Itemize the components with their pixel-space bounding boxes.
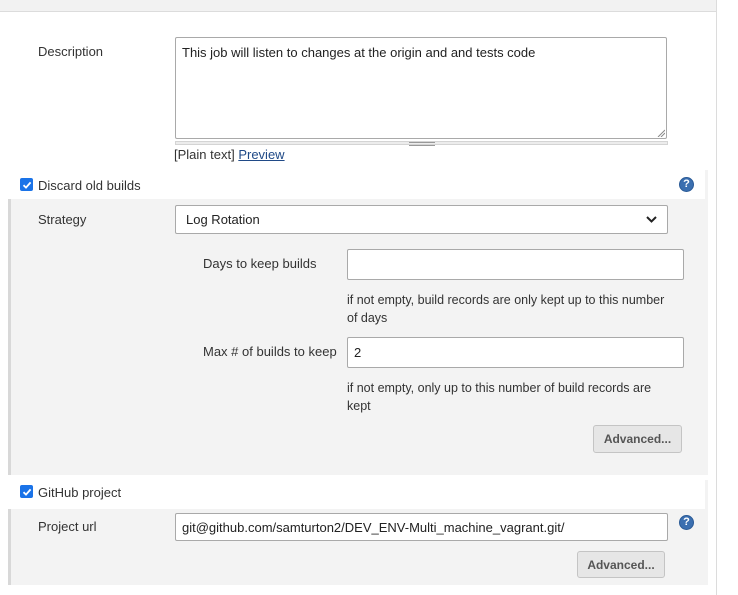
days-to-keep-hint: if not empty, build records are only kep… [347,291,664,327]
github-project-checkbox[interactable] [20,485,33,498]
help-icon[interactable]: ? [679,177,694,192]
checkmark-icon [22,181,31,189]
days-to-keep-label: Days to keep builds [203,256,317,271]
plain-text-label: [Plain text] [174,147,235,162]
days-hint-line-1: if not empty, build records are only kep… [347,293,665,307]
max-builds-value: 2 [354,345,362,360]
description-format: [Plain text] Preview [174,147,285,162]
checkmark-icon [22,488,31,496]
project-url-input[interactable]: git@github.com/samturton2/DEV_ENV-Multi_… [175,513,668,541]
help-icon[interactable]: ? [679,515,694,530]
github-advanced-button[interactable]: Advanced... [577,551,665,578]
discard-old-builds-label: Discard old builds [38,178,141,193]
right-panel-border [716,0,717,595]
max-hint-line-1: if not empty, only up to this number of … [347,381,652,395]
description-label: Description [38,44,104,59]
strategy-selected-value: Log Rotation [186,212,260,227]
max-builds-input[interactable]: 2 [347,337,684,368]
github-project-label: GitHub project [38,485,122,500]
max-hint-line-2: kept [347,399,371,413]
days-to-keep-input[interactable] [347,249,684,280]
days-hint-line-2: of days [347,311,388,325]
description-text: This job will listen to changes at the o… [182,45,536,60]
resize-grip-icon[interactable] [657,129,665,137]
discard-advanced-button[interactable]: Advanced... [593,425,682,453]
top-section-divider [0,0,716,12]
strategy-select[interactable]: Log Rotation [175,205,668,234]
max-builds-hint: if not empty, only up to this number of … [347,379,651,415]
strategy-label: Strategy [38,212,87,227]
max-builds-label: Max # of builds to keep [203,344,337,359]
project-url-value: git@github.com/samturton2/DEV_ENV-Multi_… [182,519,565,535]
description-textarea[interactable]: This job will listen to changes at the o… [175,37,667,139]
preview-link[interactable]: Preview [238,147,284,162]
discard-old-builds-checkbox[interactable] [20,178,33,191]
textarea-drag-bar[interactable] [175,141,668,146]
chevron-down-icon [646,216,657,223]
project-url-label: Project url [38,519,97,534]
